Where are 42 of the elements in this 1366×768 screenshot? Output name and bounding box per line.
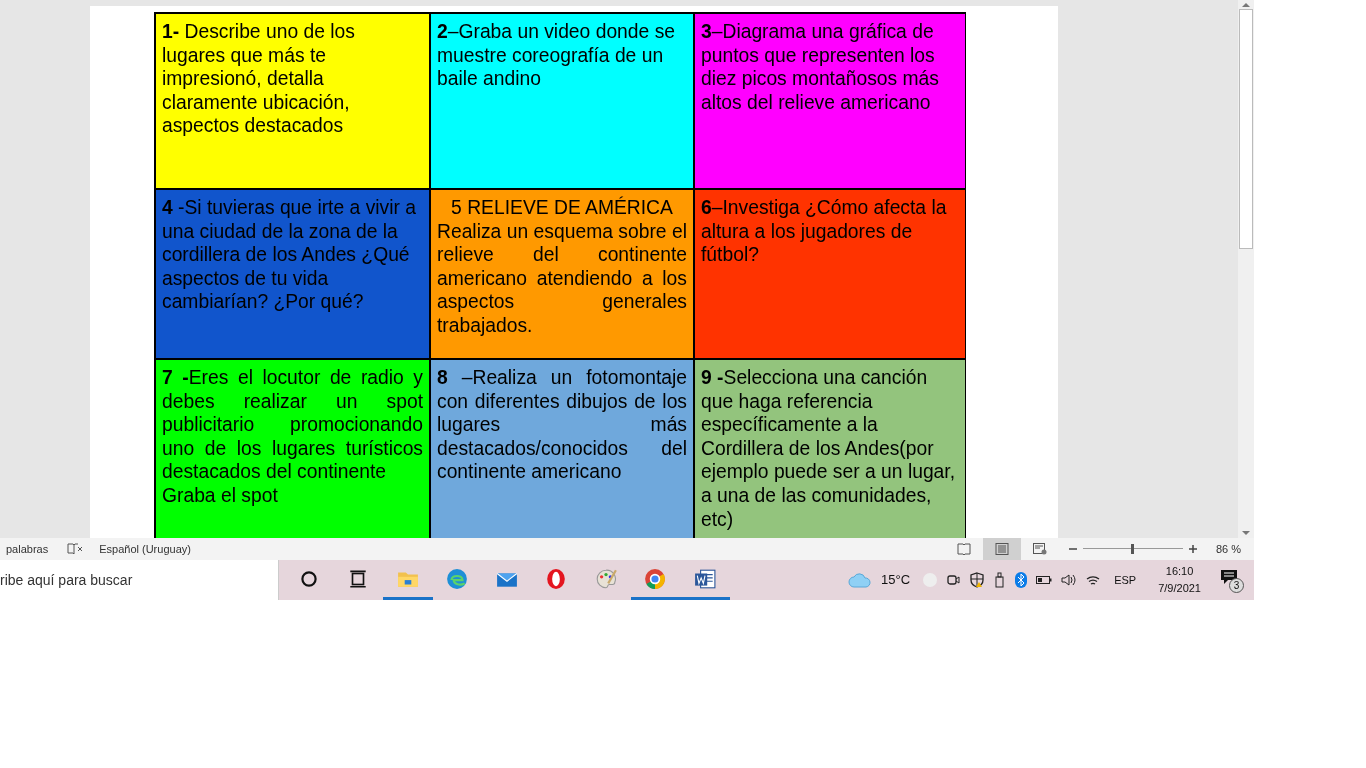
temperature[interactable]: 15°C	[881, 570, 911, 590]
scrollbar[interactable]	[1238, 0, 1254, 538]
wifi-icon[interactable]	[1086, 573, 1101, 587]
opera-icon	[545, 567, 568, 590]
cell-text: 3–Diagrama una gráfica de puntos que representen los diez picos montañosos más altos del relieve americano	[701, 20, 940, 115]
usb-drive-icon[interactable]	[994, 572, 1007, 588]
cell-text: Realiza un esquema sobre el relieve del continente americano atendiendo a los aspectos generales trabajados.	[437, 219, 687, 338]
read-view-icon	[956, 543, 971, 555]
zoom-slider[interactable]	[1082, 544, 1183, 554]
search-field[interactable]: ribe aquí para buscar	[0, 560, 279, 600]
document-icon	[693, 567, 716, 590]
battery-icon[interactable]	[1036, 575, 1053, 585]
cell-text: 7 -Eres el locutor de radio y debes realizar un spot publicitario promocionando uno de los lugares turísticos destacados del continente Graba el spot	[162, 366, 423, 508]
table-cell: 5 RELIEVE DE AMÉRICA Realiza un esquema sobre el relieve del continente americano atendiendo a los aspectos generales trabajados.	[430, 189, 694, 359]
edge-icon	[446, 567, 469, 590]
web-view-icon	[1032, 543, 1047, 555]
shield-icon[interactable]	[969, 572, 986, 588]
input-language[interactable]: ESP	[1114, 571, 1137, 589]
clock[interactable]: 16:10 7/9/2021	[1158, 563, 1201, 597]
palette-icon	[594, 567, 617, 590]
cell-text: 4 -Si tuvieras que irte a vivir a una ciudad de la zona de la cordillera de los Andes ¿Qué aspectos de tu vida cambiarían? ¿Por qué?	[162, 196, 417, 314]
bluetooth-icon[interactable]	[1015, 572, 1028, 588]
print-view-icon	[994, 543, 1009, 555]
cell-text: 2–Graba un video donde se muestre coreografía de un baile andino	[437, 20, 676, 91]
notification-button[interactable]: 3	[1218, 567, 1244, 593]
word-count[interactable]: palabras	[6, 540, 49, 558]
chrome-icon	[644, 567, 667, 590]
cell-text: 1- Describe uno de los lugares que más te impresionó, detalla claramente ubicación, aspectos destacados	[162, 20, 356, 138]
camera-icon[interactable]	[946, 573, 961, 587]
zoom-thumb[interactable]	[1130, 544, 1134, 554]
zoom-percentage[interactable]: 86 %	[1215, 540, 1241, 558]
proofing-icon[interactable]	[67, 543, 84, 555]
cell-text: 6–Investiga ¿Cómo afecta la altura a los jugadores de fútbol?	[701, 196, 948, 267]
zoom-out-icon[interactable]	[1068, 545, 1077, 553]
print-view-button[interactable]	[982, 538, 1021, 560]
cell-text: 9 -Selecciona una canción que haga referencia específicamente a la Cordillera de los Andes(por ejemplo puede ser a un lugar, a una de las comunidades, etc)	[701, 366, 957, 532]
scroll-thumb[interactable]	[1239, 9, 1253, 249]
cell-text: 8 –Realiza un fotomontaje con diferentes dibujos de los lugares más destacados/conocidos del continente americano	[437, 366, 687, 484]
speaker-icon[interactable]	[1061, 573, 1078, 587]
language-indicator[interactable]: Español (Uruguay)	[99, 540, 191, 558]
scroll-down-icon[interactable]	[1242, 530, 1250, 536]
zoom-in-icon[interactable]	[1188, 545, 1197, 553]
